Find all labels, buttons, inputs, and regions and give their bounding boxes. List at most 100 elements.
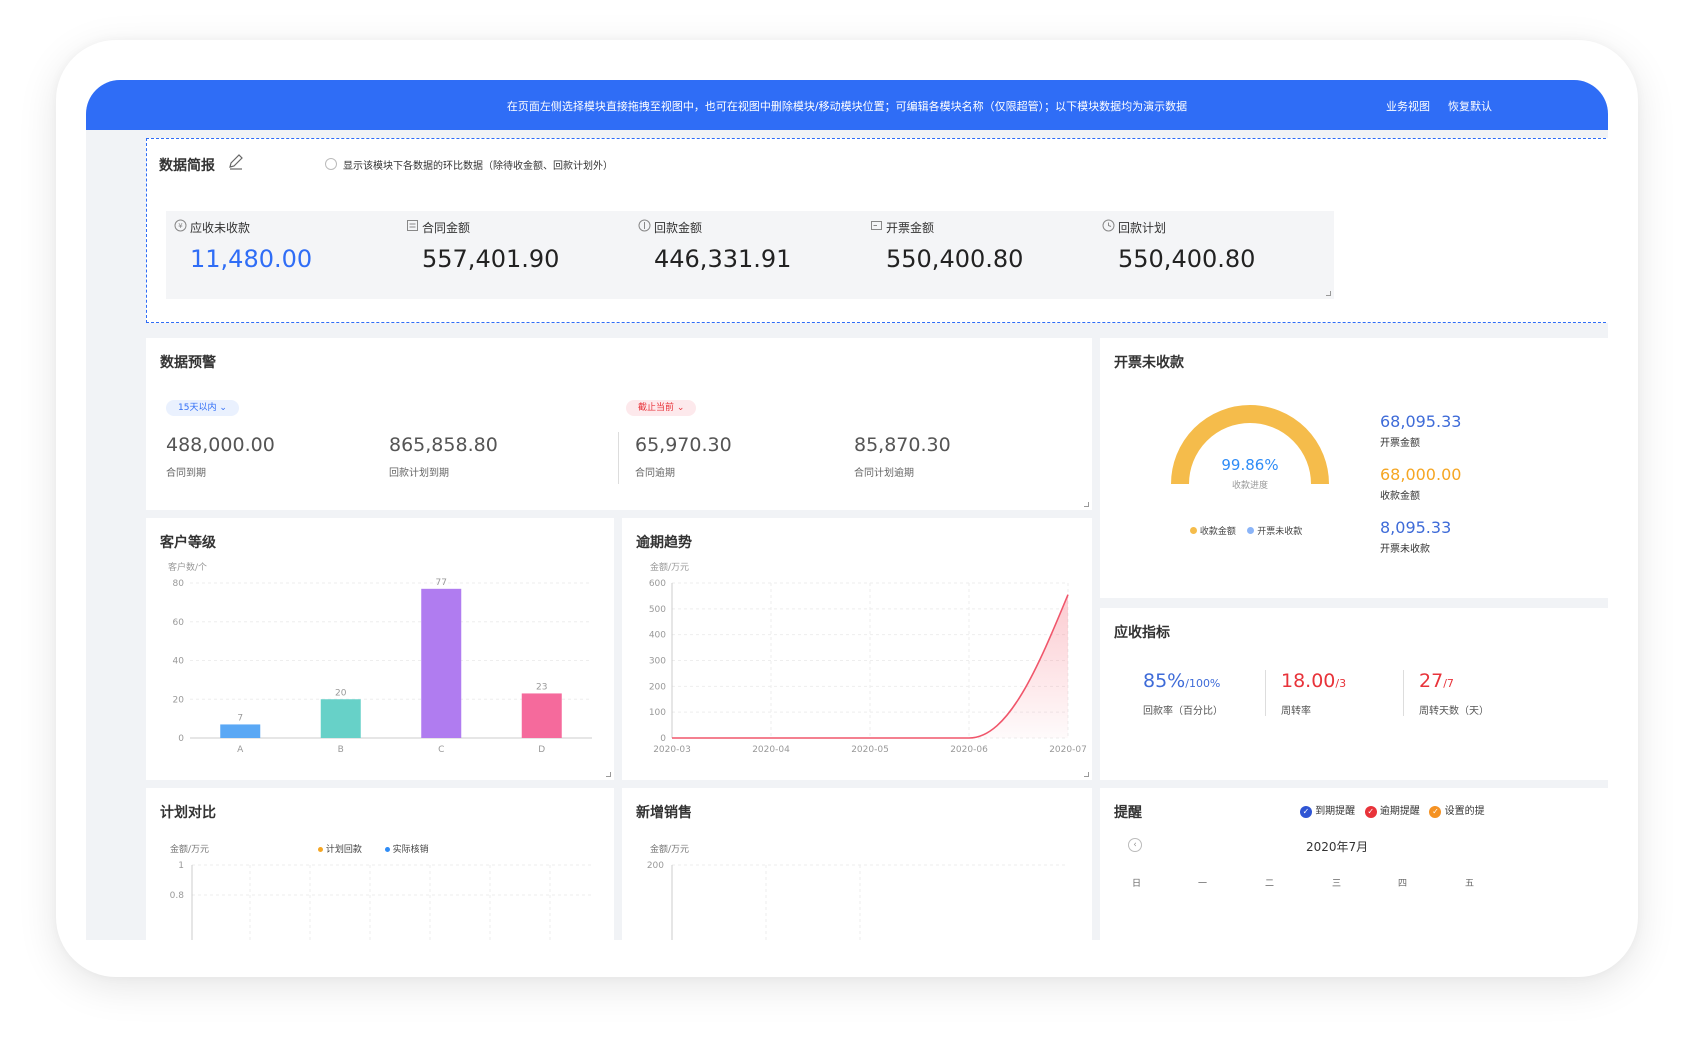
invoice-icon (871, 221, 882, 230)
clock-icon (1102, 219, 1115, 232)
collected-amount-label: 收款金额 (1380, 491, 1420, 502)
prev-month-button[interactable]: ‹ (1128, 838, 1142, 852)
y-tick-label: 200 (647, 861, 664, 871)
y-tick-label: 1 (178, 861, 184, 871)
card-title: 新增销售 (636, 805, 692, 821)
resize-handle[interactable] (1084, 772, 1089, 777)
legend-label: 收款金额 (1199, 527, 1236, 537)
contract-icon (407, 220, 418, 231)
weekday-wed: 三 (1332, 879, 1342, 889)
y-tick-label: 300 (649, 657, 666, 667)
coin-icon: ¥ (174, 219, 187, 232)
stat-value: 550,400.80 (1118, 245, 1256, 273)
bar-value-label: 7 (237, 713, 243, 723)
legend-dot (1190, 527, 1197, 534)
bar (320, 699, 361, 738)
chevron-down-icon: ⌄ (676, 403, 685, 413)
top-banner: 在页面左侧选择模块直接拖拽至视图中，也可在视图中删除模块/移动模块位置；可编辑各… (86, 80, 1608, 130)
stat-card-payment-plan[interactable]: 回款计划 550,400.80 (1094, 211, 1334, 299)
data-alert-card[interactable]: 数据预警 15天以内 ⌄ 截止当前 ⌄ 488,000.00 合同到期 865,… (146, 338, 1092, 510)
legend-label: 设置的提 (1444, 806, 1485, 817)
y-tick-label: 400 (649, 631, 666, 641)
alert-label: 合同逾期 (635, 468, 675, 479)
stat-value: 557,401.90 (422, 245, 560, 273)
legend-dot (1247, 527, 1255, 534)
resize-handle[interactable] (1326, 291, 1331, 296)
invoice-unpaid-card[interactable]: 开票未收款 99.86% 收款进度 收款金额 开票未收款 68,095.33 开… (1100, 338, 1608, 598)
y-tick-label: 0 (178, 734, 184, 744)
divider (1265, 670, 1266, 716)
stat-card-payment[interactable]: 回款金额 446,331.91 (630, 211, 870, 299)
unpaid-amount-label: 开票未收款 (1380, 544, 1430, 555)
turnover-rate: 18.00/3 (1281, 670, 1346, 692)
resize-handle[interactable] (606, 772, 611, 777)
y-tick-label: 20 (173, 695, 185, 705)
turnover-days: 27/7 (1419, 670, 1454, 692)
period-filter-dropdown[interactable]: 15天以内 ⌄ (166, 400, 239, 416)
y-tick-label: 500 (649, 605, 666, 615)
filter-label: 截止当前 (638, 403, 675, 413)
chevron-down-icon: ⌄ (219, 403, 227, 413)
gauge-legend: 收款金额 开票未收款 (1190, 524, 1302, 537)
filter-label: 15天以内 (178, 403, 217, 413)
card-title: 应收指标 (1114, 625, 1170, 641)
weekday-sun: 日 (1132, 879, 1142, 889)
x-tick-label: A (237, 745, 244, 755)
divider (1403, 670, 1404, 716)
business-view-button[interactable]: 业务视图 (1386, 98, 1430, 114)
customer-level-card[interactable]: 客户等级 客户数/个 0 20 40 60 80 7 A 20 B 77 C 23 D (146, 518, 614, 780)
banner-message: 在页面左侧选择模块直接拖拽至视图中，也可在视图中删除模块/移动模块位置；可编辑各… (506, 100, 1188, 113)
rate-label: 回款率（百分比） (1143, 706, 1223, 717)
alert-label: 合同计划逾期 (854, 468, 914, 479)
stat-card-contract[interactable]: 合同金额 557,401.90 (398, 211, 638, 299)
stat-label: 合同金额 (422, 221, 471, 235)
invoice-amount-label: 开票金额 (1380, 438, 1420, 449)
weekday-mon: 一 (1198, 879, 1208, 889)
plan-compare-card[interactable]: 计划对比 金额/万元 计划回款 实际核销 1 0.8 (146, 788, 614, 940)
collected-amount-value: 68,000.00 (1380, 465, 1462, 484)
receivable-indicators-card[interactable]: 应收指标 85%/100% 回款率（百分比） 18.00/3 周转率 27/7 … (1100, 608, 1608, 780)
alert-value: 65,970.30 (635, 434, 732, 456)
payment-icon (638, 219, 651, 232)
stat-card-invoice[interactable]: 开票金额 550,400.80 (862, 211, 1102, 299)
stat-card-receivable[interactable]: ¥ 应收未收款 11,480.00 (166, 211, 406, 299)
alert-label: 合同到期 (166, 468, 206, 479)
data-summary-panel[interactable]: 数据简报 显示该模块下各数据的环比数据（除待收金额、回款计划外） ¥ 应收未收款… (146, 138, 1608, 323)
card-title: 数据预警 (160, 355, 216, 371)
plan-compare-chart: 1 0.8 (170, 861, 592, 940)
reminder-card[interactable]: 提醒 ✓ 到期提醒 ✓ 逾期提醒 ✓ 设置的提 ‹ 2020年7月 日 一 二 … (1100, 788, 1608, 940)
rate-value: 85% (1143, 670, 1186, 692)
alert-value: 85,870.30 (854, 434, 951, 456)
legend-dot (384, 847, 390, 852)
compare-toggle-radio[interactable] (325, 158, 337, 170)
stat-label: 开票金额 (886, 221, 935, 235)
restore-default-button[interactable]: 恢复默认 (1448, 98, 1492, 114)
y-axis-label: 金额/万元 (170, 845, 210, 855)
y-tick-label: 0.8 (170, 891, 185, 901)
y-axis-label: 金额/万元 (650, 845, 690, 855)
x-tick-label: 2020-07 (1049, 745, 1087, 755)
new-sales-card[interactable]: 新增销售 金额/万元 200 (622, 788, 1092, 940)
weekday-fri: 五 (1465, 879, 1475, 889)
alert-label: 回款计划到期 (389, 468, 449, 479)
check-icon: ✓ (1300, 806, 1312, 818)
card-title: 提醒 (1114, 805, 1142, 821)
y-tick-label: 80 (173, 579, 185, 589)
x-tick-label: B (338, 745, 344, 755)
alert-value: 488,000.00 (166, 434, 275, 456)
edit-icon[interactable] (227, 153, 245, 171)
overdue-trend-card[interactable]: 逾期趋势 金额/万元 0 100 200 300 400 500 600 2020-03 2020… (622, 518, 1092, 780)
bar (421, 588, 462, 738)
x-tick-label: 2020-03 (653, 745, 691, 755)
calendar-month: 2020年7月 (1306, 840, 1369, 854)
collection-rate: 85%/100% (1143, 670, 1220, 692)
check-icon: ✓ (1364, 806, 1377, 818)
y-axis-label: 金额/万元 (650, 561, 689, 573)
svg-text:¥: ¥ (178, 222, 183, 230)
resize-handle[interactable] (1084, 502, 1089, 507)
y-tick-label: 0 (660, 734, 666, 744)
cutoff-filter-dropdown[interactable]: 截止当前 ⌄ (626, 400, 697, 416)
gauge-label: 收款进度 (1231, 481, 1268, 491)
turnover-suffix: /3 (1335, 677, 1347, 690)
reminder-legend: ✓ 到期提醒 ✓ 逾期提醒 ✓ 设置的提 (1300, 802, 1485, 818)
